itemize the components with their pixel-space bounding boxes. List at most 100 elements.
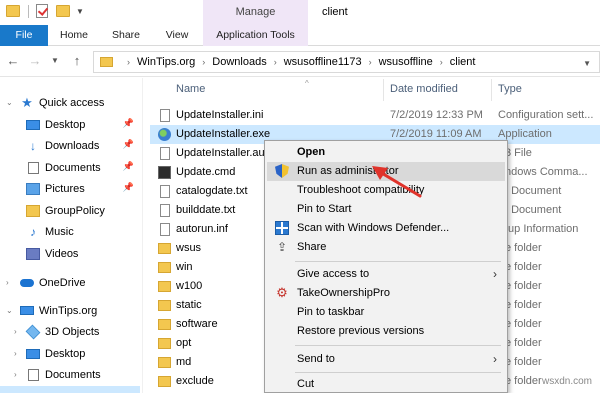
file-name: w100 [176, 280, 203, 292]
chevron-right-icon[interactable]: › [14, 327, 17, 336]
column-header-type[interactable]: Type [498, 83, 522, 95]
customize-quick-access-icon[interactable]: ▼ [76, 7, 84, 16]
sidebar-item-pictures[interactable]: Pictures 📌 [0, 178, 140, 199]
chevron-right-icon[interactable]: › [440, 57, 443, 67]
file-name: catalogdate.txt [176, 185, 248, 197]
window-title: client [322, 6, 348, 18]
back-arrow-icon[interactable]: ← [6, 54, 20, 68]
chevron-right-icon: › [493, 267, 497, 281]
windows-defender-icon [275, 221, 289, 235]
address-bar[interactable]: › WinTips.org › Downloads › wsusoffline1… [93, 51, 600, 73]
file-date: 7/2/2019 12:33 PM [390, 109, 483, 121]
column-header-name[interactable]: Name [176, 83, 205, 95]
navigation-pane-divider[interactable] [142, 78, 143, 393]
breadcrumb-item[interactable]: client [450, 56, 476, 68]
sidebar-item-music[interactable]: ♪ Music [0, 221, 140, 242]
column-header-row: Name Date modified Type [150, 79, 600, 101]
breadcrumb-item[interactable]: WinTips.org [137, 56, 195, 68]
script-file-icon [160, 147, 170, 160]
properties-icon[interactable] [36, 4, 48, 18]
chevron-down-icon[interactable]: ⌄ [6, 306, 13, 315]
pictures-icon [26, 182, 40, 195]
chevron-right-icon[interactable]: › [369, 57, 372, 67]
sidebar-item-grouppolicy[interactable]: GroupPolicy [0, 200, 140, 221]
file-name: static [176, 299, 202, 311]
chevron-right-icon: › [493, 352, 497, 366]
application-icon [158, 128, 171, 141]
pin-icon: 📌 [122, 118, 134, 128]
arrow-head [372, 166, 388, 180]
file-name: wsus [176, 242, 202, 254]
sidebar-item-label: 3D Objects [45, 325, 100, 338]
chevron-right-icon[interactable]: › [274, 57, 277, 67]
menu-item-pin-to-taskbar[interactable]: Pin to taskbar [267, 303, 505, 322]
settings-file-icon [160, 109, 170, 122]
breadcrumb-item[interactable]: wsusoffline1173 [284, 56, 362, 68]
setup-file-icon [160, 223, 170, 236]
breadcrumb-item[interactable]: wsusoffline [379, 56, 433, 68]
menu-item-restore-previous-versions[interactable]: Restore previous versions [267, 322, 505, 341]
menu-item-send-to[interactable]: Send to › [267, 350, 505, 369]
sidebar-item-downloads[interactable]: ↓ Downloads 📌 [0, 135, 140, 156]
sidebar-item-documents-pc[interactable]: › Documents [0, 364, 140, 385]
chevron-right-icon[interactable]: › [6, 278, 9, 287]
file-type: e folder [505, 356, 542, 368]
file-row[interactable]: UpdateInstaller.ini 7/2/2019 12:33 PM Co… [150, 106, 600, 125]
tab-application-tools[interactable]: Application Tools [203, 25, 308, 46]
menu-item-share[interactable]: ⇪ Share [267, 238, 505, 257]
watermark: wsxdn.com [541, 376, 592, 387]
column-divider[interactable] [491, 79, 492, 101]
sidebar-item-downloads-pc[interactable] [0, 386, 140, 393]
chevron-right-icon[interactable]: › [127, 57, 130, 67]
file-type: Application [498, 128, 552, 140]
chevron-right-icon[interactable]: › [14, 370, 17, 379]
new-folder-icon[interactable] [56, 5, 70, 17]
pin-icon: 📌 [122, 139, 134, 149]
folder-icon [158, 357, 171, 368]
tab-home[interactable]: Home [48, 25, 100, 46]
menu-item-cut[interactable]: Cut [267, 375, 505, 393]
divider [28, 5, 29, 18]
sidebar-item-documents[interactable]: Documents 📌 [0, 157, 140, 178]
menu-item-takeownershippro[interactable]: ⚙ TakeOwnershipPro [267, 284, 505, 303]
folder-icon [158, 338, 171, 349]
column-header-date[interactable]: Date modified [390, 83, 458, 95]
recent-locations-icon[interactable]: ▼ [48, 54, 62, 68]
file-name: Update.cmd [176, 166, 236, 178]
arrow-shaft [378, 170, 422, 198]
sidebar-item-label: Documents [45, 161, 101, 174]
chevron-right-icon[interactable]: › [14, 349, 17, 358]
sidebar-item-videos[interactable]: Videos [0, 243, 140, 264]
folder-icon[interactable] [6, 5, 20, 17]
sidebar-item-label: Quick access [39, 96, 105, 109]
menu-item-label: Pin to Start [297, 203, 352, 215]
file-type: e folder [505, 299, 542, 311]
menu-item-give-access-to[interactable]: Give access to › [267, 265, 505, 284]
tab-file[interactable]: File [0, 25, 48, 46]
manage-tab-header[interactable]: Manage [203, 0, 308, 25]
file-type: e folder [505, 375, 542, 387]
tab-view[interactable]: View [152, 25, 202, 46]
sidebar-item-3d-objects[interactable]: › 3D Objects [0, 321, 140, 342]
address-dropdown-icon[interactable]: ▼ [583, 59, 591, 68]
chevron-down-icon[interactable]: ⌄ [6, 98, 13, 107]
onedrive-icon [20, 278, 34, 287]
star-icon: ★ [21, 94, 33, 110]
column-divider[interactable] [383, 79, 384, 101]
sidebar-item-this-pc[interactable]: ⌄ WinTips.org [0, 300, 140, 321]
file-name: exclude [176, 375, 214, 387]
chevron-right-icon[interactable]: › [202, 57, 205, 67]
forward-arrow-icon[interactable]: → [28, 54, 42, 68]
sidebar-item-quick-access[interactable]: ⌄ ★ Quick access [0, 92, 140, 113]
sidebar-item-desktop[interactable]: Desktop 📌 [0, 114, 140, 135]
up-arrow-icon[interactable]: ↑ [70, 54, 84, 68]
pin-icon: 📌 [122, 182, 134, 192]
tab-share[interactable]: Share [100, 25, 152, 46]
sidebar-item-desktop-pc[interactable]: › Desktop [0, 343, 140, 364]
sidebar-item-onedrive[interactable]: › OneDrive [0, 272, 140, 293]
menu-item-scan-with-defender[interactable]: Scan with Windows Defender... [267, 219, 505, 238]
menu-item-label: TakeOwnershipPro [297, 287, 390, 299]
menu-item-pin-to-start[interactable]: Pin to Start [267, 200, 505, 219]
breadcrumb-item[interactable]: Downloads [212, 56, 266, 68]
file-name: software [176, 318, 218, 330]
